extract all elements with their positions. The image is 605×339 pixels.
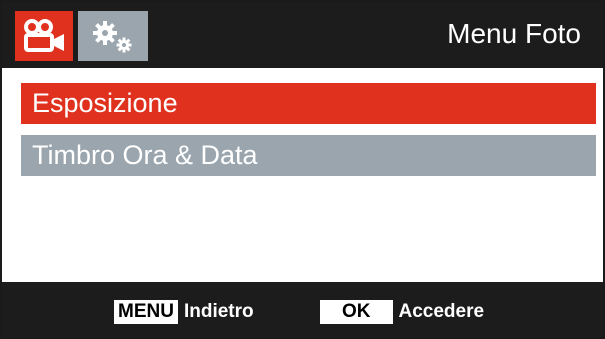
hint-back-label: Indietro [183, 301, 254, 322]
tab-settings[interactable] [78, 11, 148, 61]
menu-key[interactable]: MENU [114, 300, 178, 324]
top-bar: Menu Foto [2, 2, 603, 68]
bottom-bar: MENU Indietro OK Accedere [2, 282, 603, 337]
tab-video[interactable] [15, 11, 73, 61]
hint-enter-label: Accedere [398, 301, 485, 322]
menu-item-date-stamp[interactable]: Timbro Ora & Data [21, 135, 596, 176]
gears-icon [88, 18, 138, 54]
page-title: Menu Foto [447, 18, 581, 49]
camera-menu-screen: Menu Foto Esposizione Timbro Ora & Data … [0, 0, 605, 339]
menu-item-exposure[interactable]: Esposizione [21, 83, 596, 124]
ok-key[interactable]: OK [320, 300, 393, 324]
hint-back: MENU Indietro [114, 300, 254, 324]
video-camera-icon [22, 18, 66, 54]
hint-enter: OK Accedere [320, 300, 484, 324]
